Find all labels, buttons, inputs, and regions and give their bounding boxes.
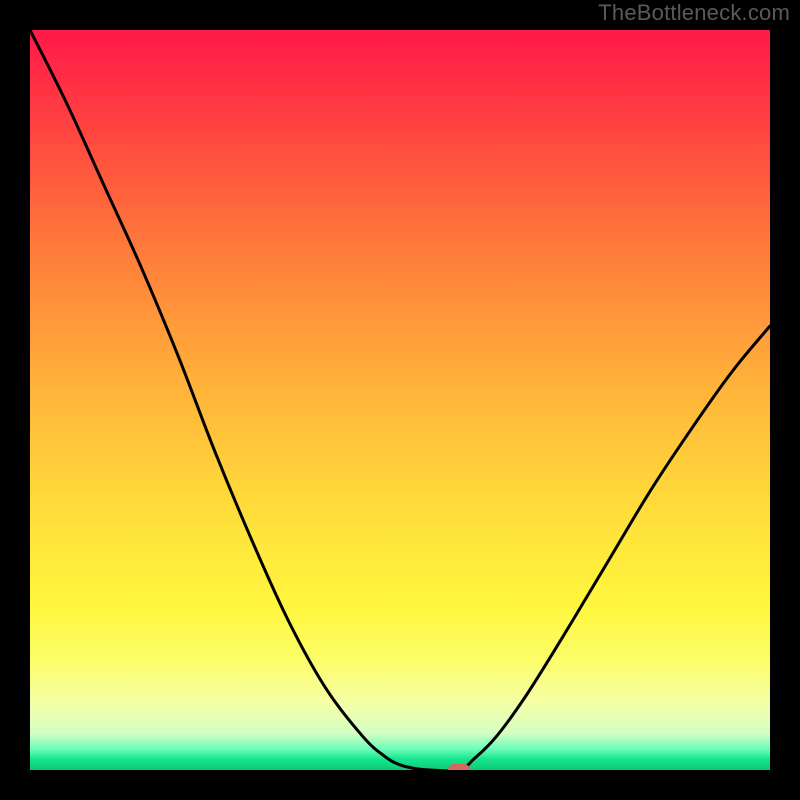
chart-frame: TheBottleneck.com (0, 0, 800, 800)
bottleneck-curve (30, 30, 770, 770)
watermark-text: TheBottleneck.com (598, 0, 790, 26)
optimal-point-marker (448, 764, 470, 770)
plot-area (30, 30, 770, 770)
